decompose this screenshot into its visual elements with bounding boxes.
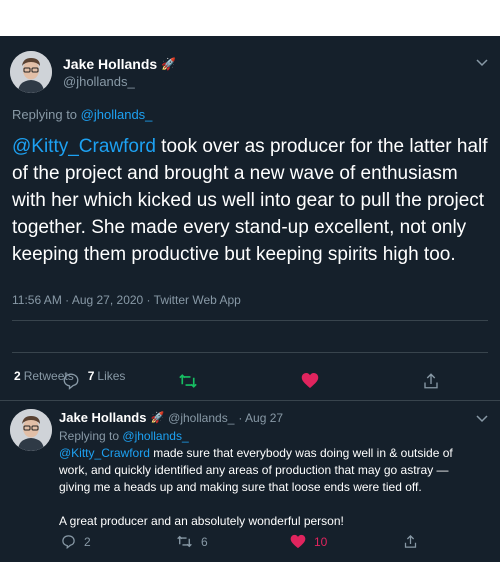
avatar[interactable] (10, 51, 52, 93)
reply-tweet-text: @Kitty_Crawford made sure that everybody… (59, 445, 479, 547)
tweet-thread: Jake Hollands 🚀 @jhollands_ Replying to … (0, 36, 500, 562)
reply-count: 2 (84, 534, 91, 549)
retweet-icon (179, 374, 197, 388)
rocket-emoji: 🚀 (150, 412, 165, 424)
more-options-icon[interactable] (476, 56, 488, 70)
reply-like-button[interactable]: 10 (290, 534, 327, 549)
author-row: Jake Hollands 🚀 (63, 56, 176, 72)
tweet-timestamp[interactable]: 11:56 AM · Aug 27, 2020 · Twitter Web Ap… (12, 293, 241, 307)
retweet-button[interactable] (178, 372, 198, 390)
reply-date[interactable]: · Aug 27 (238, 411, 283, 425)
reply-icon (63, 373, 79, 390)
share-button[interactable] (422, 372, 440, 390)
retweet-icon (177, 535, 192, 548)
divider (12, 352, 488, 353)
reply-author-handle[interactable]: @jhollands_ (168, 411, 234, 425)
retweet-count: 6 (201, 534, 208, 549)
author-name[interactable]: Jake Hollands (63, 56, 157, 72)
like-count: 10 (314, 534, 328, 549)
reply-retweet-button[interactable]: 6 (176, 534, 208, 549)
replying-to: Replying to @jhollands_ (12, 107, 153, 122)
reply-button[interactable] (62, 372, 80, 390)
heart-icon (301, 373, 319, 388)
divider (0, 400, 500, 401)
like-button[interactable] (301, 372, 319, 389)
reply-avatar[interactable] (10, 409, 52, 451)
reply-reply-button[interactable]: 2 (61, 534, 91, 549)
reply-replying-to-link[interactable]: @jhollands_ (122, 429, 188, 443)
rocket-emoji: 🚀 (161, 57, 177, 71)
tweet-text: @Kitty_Crawford took over as producer fo… (12, 133, 488, 268)
reply-more-options-icon[interactable] (476, 412, 488, 426)
heart-icon (290, 534, 306, 549)
mention-link[interactable]: @Kitty_Crawford (12, 136, 156, 157)
reply-icon (62, 535, 75, 549)
reply-replying-to: Replying to @jhollands_ (59, 429, 189, 443)
likes-stat[interactable]: 7 Likes (88, 369, 126, 383)
reply-author-name[interactable]: Jake Hollands (59, 410, 146, 425)
divider (12, 320, 488, 321)
reply-mention-link[interactable]: @Kitty_Crawford (59, 446, 150, 460)
replying-to-link[interactable]: @jhollands_ (81, 107, 153, 122)
reply-share-button[interactable] (403, 534, 418, 549)
author-handle[interactable]: @jhollands_ (63, 74, 135, 89)
reply-body-para2: A great producer and an absolutely wonde… (59, 514, 344, 528)
share-icon (404, 534, 417, 548)
reply-author-row: Jake Hollands 🚀 @jhollands_ · Aug 27 (59, 410, 283, 425)
share-icon (424, 373, 438, 389)
